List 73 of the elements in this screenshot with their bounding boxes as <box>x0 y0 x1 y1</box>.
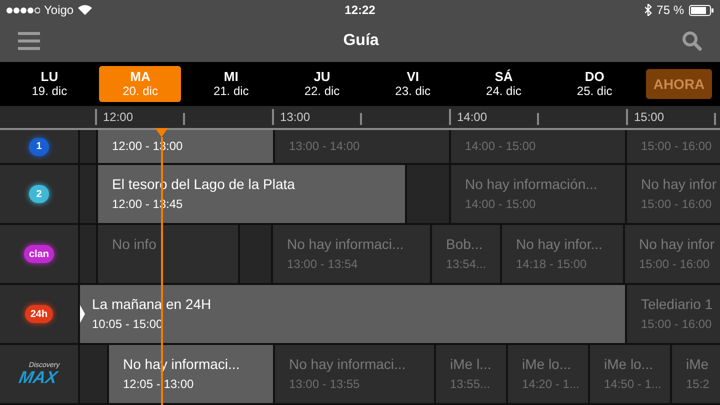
day-tab[interactable]: LU 19. dic <box>8 66 90 102</box>
signal-icon <box>6 6 40 14</box>
program-title: La mañana en 24H <box>92 295 212 313</box>
day-tab[interactable]: SÁ 24. dic <box>462 66 545 102</box>
program-cell[interactable]: No hay infor 15:00 - 16:00 <box>625 225 720 283</box>
time-marker-icon <box>155 128 168 137</box>
program-cell[interactable]: iMe 15:2 <box>672 345 720 403</box>
day-tab[interactable]: VI 23. dic <box>372 66 454 102</box>
program-cell[interactable]: No hay informaci... 13:00 - 13:54 <box>273 225 430 283</box>
program-time: 13:00 - 14:00 <box>289 138 361 154</box>
menu-icon[interactable] <box>18 32 40 50</box>
program-cell[interactable]: 14:00 - 15:00 <box>451 130 625 163</box>
program-title: No hay información... <box>465 175 598 193</box>
program-time: 13:55... <box>450 376 492 392</box>
day-tab[interactable]: MI 21. dic <box>190 66 272 102</box>
program-cell[interactable]: Telediario 1 15:00 - 16:00 <box>627 285 720 343</box>
screen-title: Guía <box>343 31 379 51</box>
program-cell[interactable]: No hay informaci... 13:00 - 13:55 <box>275 345 434 403</box>
wifi-icon <box>78 5 92 15</box>
battery-percent: 75 % <box>656 2 684 19</box>
program-time: 15:00 - 16:00 <box>641 316 713 332</box>
program-time: 15:00 - 16:00 <box>639 256 711 272</box>
channel-logo: clan <box>24 245 54 263</box>
program-time: 13:00 - 13:55 <box>289 376 361 392</box>
hour-label: 12:00 <box>103 109 134 126</box>
program-cell[interactable]: No hay información... 14:00 - 15:00 <box>451 165 625 223</box>
program-title: No info <box>112 235 158 253</box>
program-title: No hay infor... <box>516 235 604 253</box>
program-title: iMe lo... <box>522 355 572 373</box>
program-time: 14:00 - 15:00 <box>465 196 537 212</box>
channel-logo: 1 <box>29 138 49 156</box>
day-tab[interactable]: DO 25. dic <box>554 66 636 102</box>
program-time: 14:00 - 15:00 <box>465 138 537 154</box>
program-title: iMe <box>686 355 710 373</box>
program-time: 13:00 - 13:54 <box>287 256 359 272</box>
program-title: iMe l... <box>450 355 492 373</box>
program-cell[interactable]: No info <box>98 225 238 283</box>
program-time: 15:00 - 16:00 <box>641 138 713 154</box>
clock-time: 12:22 <box>344 2 376 19</box>
day-tab[interactable]: MA 20. dic <box>99 66 182 102</box>
channel-logo: 2 <box>29 185 49 203</box>
now-button[interactable]: AHORA <box>646 69 712 99</box>
program-time: 14:50 - 1... <box>604 376 662 392</box>
program-time: 15:2 <box>686 376 710 392</box>
program-cell[interactable]: 13:00 - 14:00 <box>275 130 449 163</box>
program-time: 14:18 - 15:00 <box>516 256 588 272</box>
channel-logo: 24h <box>25 305 53 323</box>
battery-icon <box>689 4 714 16</box>
program-cell[interactable]: iMe l... 13:55... <box>436 345 506 403</box>
program-time: 12:05 - 13:00 <box>123 376 195 392</box>
hour-label: 14:00 <box>457 109 488 126</box>
search-icon[interactable] <box>682 31 702 51</box>
program-title: Bob... <box>446 235 484 253</box>
program-title: iMe lo... <box>604 355 654 373</box>
day-tab[interactable]: JU 22. dic <box>281 66 363 102</box>
program-title: No hay informaci... <box>289 355 407 373</box>
hour-label: 13:00 <box>280 109 310 126</box>
program-title: No hay infor <box>639 235 716 253</box>
program-cell[interactable]: No hay infor... 14:18 - 15:00 <box>502 225 623 283</box>
hour-label: 15:00 <box>634 109 664 126</box>
program-cell[interactable]: iMe lo... 14:20 - 1... <box>508 345 588 403</box>
program-cell[interactable]: No hay infor 15:00 - 16:00 <box>627 165 720 223</box>
bluetooth-icon <box>644 4 652 16</box>
program-cell[interactable]: Bob... 13:54... <box>432 225 500 283</box>
program-time: 14:20 - 1... <box>522 376 580 392</box>
program-cell[interactable]: 15:00 - 16:00 <box>627 130 720 163</box>
program-title: No hay infor <box>641 175 718 193</box>
program-cell[interactable]: iMe lo... 14:50 - 1... <box>590 345 670 403</box>
program-title: Telediario 1 <box>641 295 714 313</box>
program-time: 13:54... <box>446 256 488 272</box>
program-time: 15:00 - 16:00 <box>641 196 713 212</box>
carrier-name: Yoigo <box>44 2 74 19</box>
program-title: No hay informaci... <box>287 235 405 253</box>
